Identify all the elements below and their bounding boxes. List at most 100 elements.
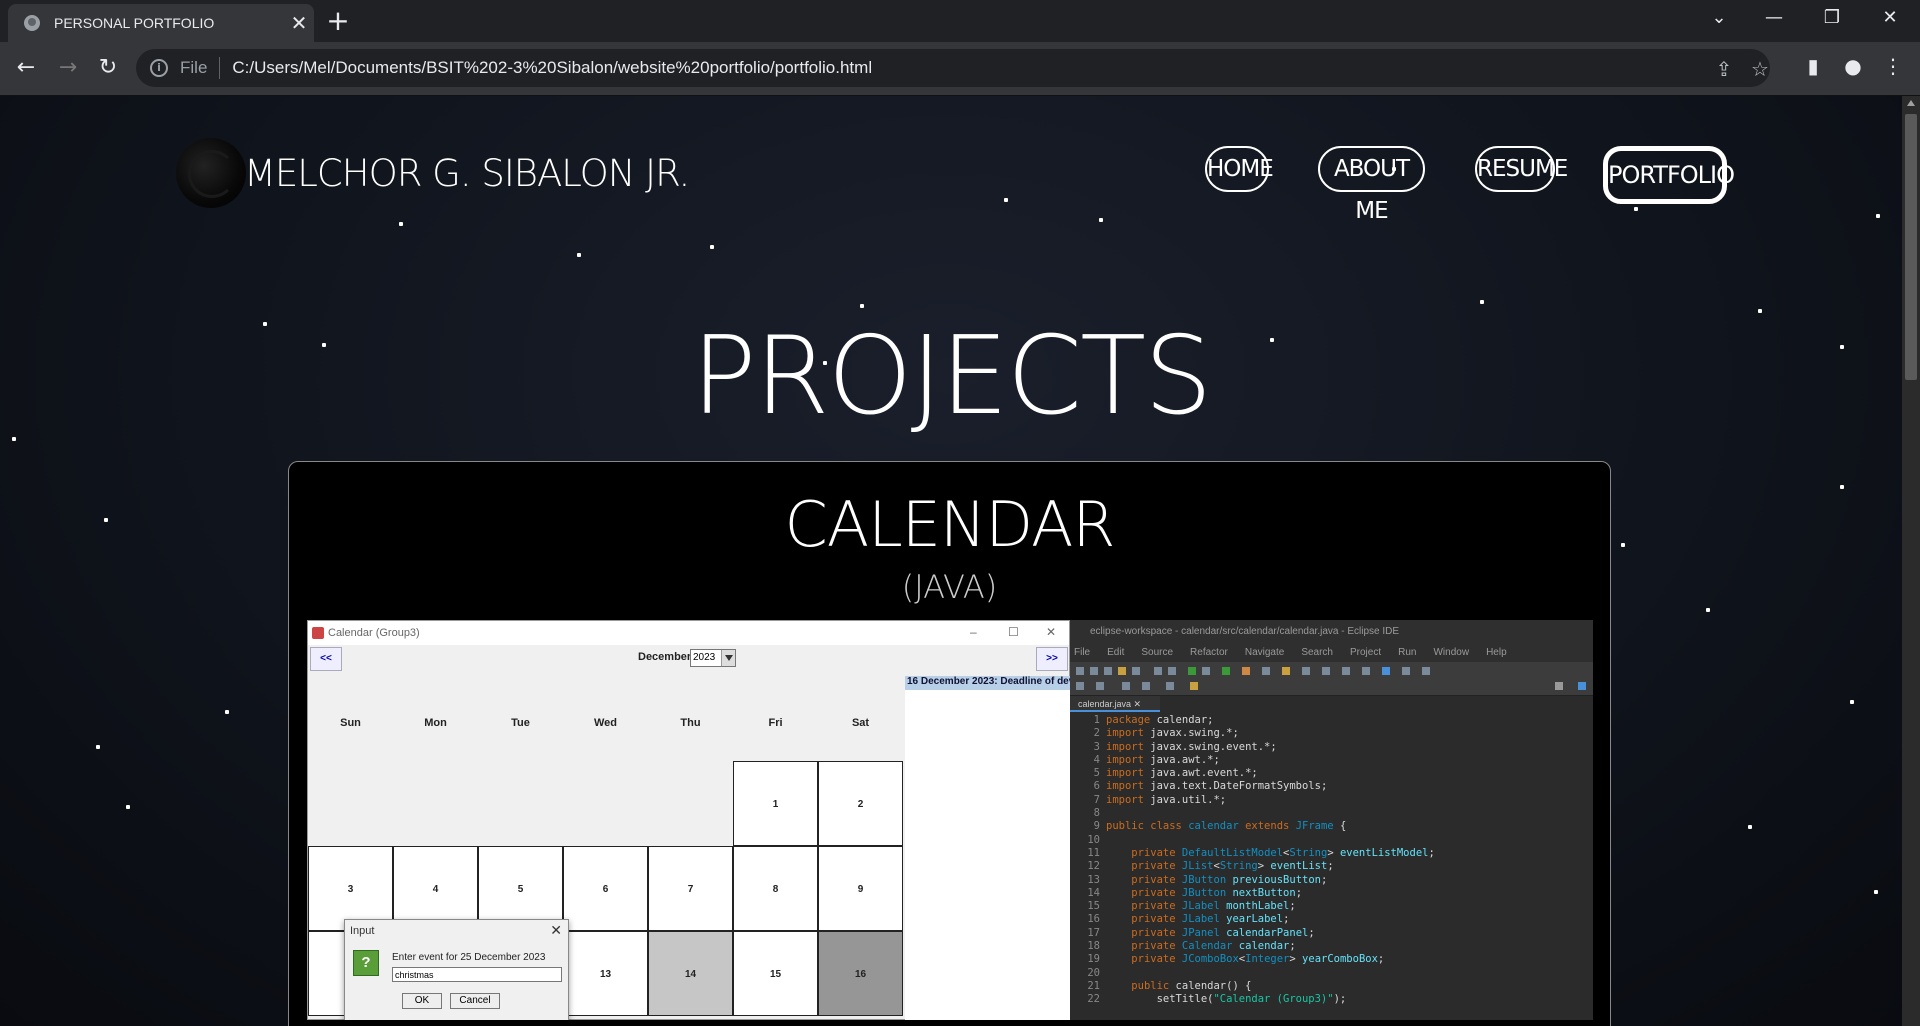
new-tab-button[interactable]: +: [322, 6, 354, 38]
scroll-up-icon[interactable]: [1907, 100, 1915, 106]
nav-home[interactable]: HOME: [1205, 146, 1274, 192]
calendar-window: Calendar (Group3) – ☐ ✕ << >> December 2…: [307, 620, 1075, 1020]
star: [860, 304, 864, 308]
menu-item: Source: [1141, 647, 1174, 658]
nav-about-me[interactable]: ABOUT ME: [1318, 146, 1425, 224]
weekday-label: Tue: [511, 717, 530, 729]
close-icon: ✕: [550, 922, 562, 938]
address-bar[interactable]: i File C:/Users/Mel/Documents/BSIT%202-3…: [136, 49, 1770, 87]
project-subtitle: (JAVA): [901, 568, 998, 606]
star: [126, 805, 130, 809]
star: [96, 745, 100, 749]
scrollbar[interactable]: [1902, 96, 1920, 1026]
menu-icon[interactable]: ⋮: [1880, 54, 1906, 78]
java-icon: [312, 627, 324, 639]
star: [577, 253, 581, 257]
back-icon[interactable]: ←: [10, 52, 42, 84]
tab-strip: PERSONAL PORTFOLIO ✕ + ⌄ — ❐ ✕: [0, 0, 1920, 42]
url-text[interactable]: C:/Users/Mel/Documents/BSIT%202-3%20Siba…: [232, 58, 872, 78]
weekday-label: Sat: [851, 717, 870, 729]
menu-item: Search: [1301, 647, 1333, 658]
day-cell: 15: [733, 931, 818, 1016]
code-editor: 1 package calendar; 2 import javax.swing.*…: [1087, 714, 1435, 1006]
year-value: 2023: [693, 652, 716, 663]
star: [1850, 700, 1854, 704]
menu-item: Edit: [1107, 647, 1125, 658]
day-cell: 7: [648, 846, 733, 931]
star: [225, 710, 229, 714]
star: [1004, 198, 1008, 202]
project-title: CALENDAR: [784, 488, 1116, 561]
divider: [219, 57, 221, 79]
weekday-label: Thu: [680, 717, 701, 729]
star: [1840, 485, 1844, 489]
eclipse-title: eclipse-workspace - calendar/src/calenda…: [1070, 620, 1593, 644]
star: [1621, 543, 1625, 547]
reload-icon[interactable]: ↻: [92, 52, 124, 84]
weekday-label: Wed: [593, 717, 618, 729]
browser-chrome: PERSONAL PORTFOLIO ✕ + ⌄ — ❐ ✕ ← → ↻ i F…: [0, 0, 1920, 96]
file-label: File: [180, 58, 208, 77]
star: [1099, 218, 1103, 222]
star: [1748, 825, 1752, 829]
scrollbar-thumb[interactable]: [1905, 114, 1917, 380]
star: [1876, 214, 1880, 218]
globe-icon: [24, 15, 40, 31]
browser-toolbar: ← → ↻ i File C:/Users/Mel/Documents/BSIT…: [0, 42, 1920, 96]
year-combobox: 2023: [690, 649, 736, 667]
star: [399, 222, 403, 226]
day-cell: 1: [733, 761, 818, 846]
close-icon[interactable]: ✕: [1861, 0, 1919, 38]
day-cell: 16: [818, 931, 903, 1016]
eclipse-window: eclipse-workspace - calendar/src/calenda…: [1070, 620, 1593, 1020]
weekday-label: Mon: [424, 717, 447, 729]
weekday-label: Fri: [768, 717, 783, 729]
day-cell: 2: [818, 761, 903, 846]
calendar-window-title: Calendar (Group3): [328, 627, 420, 639]
day-cell: 8: [733, 846, 818, 931]
cancel-button: Cancel: [450, 993, 500, 1009]
tab-search-icon[interactable]: ⌄: [1690, 0, 1748, 38]
nav-portfolio[interactable]: PORTFOLIO: [1603, 146, 1735, 204]
tab-title: PERSONAL PORTFOLIO: [54, 15, 215, 31]
brand[interactable]: MELCHOR G. SIBALON JR.: [176, 138, 690, 208]
event-list: [905, 690, 1071, 1020]
brand-name: MELCHOR G. SIBALON JR.: [244, 151, 690, 195]
weekday-label: Sun: [340, 717, 361, 729]
day-cell: 14: [648, 931, 733, 1016]
info-icon[interactable]: i: [150, 59, 168, 77]
star: [1758, 309, 1762, 313]
menu-item: Run: [1398, 647, 1417, 658]
section-title: PROJECTS: [691, 314, 1212, 439]
day-cell: 9: [818, 846, 903, 931]
question-icon: ?: [353, 950, 379, 976]
star: [1706, 608, 1710, 612]
event-list-header: 16 December 2023: Deadline of dev: [905, 676, 1075, 690]
event-input: [392, 967, 562, 982]
nav-resume[interactable]: RESUME: [1475, 146, 1568, 192]
tab-close-icon[interactable]: ✕: [284, 11, 314, 35]
sidebar-icon[interactable]: ▮: [1800, 54, 1826, 78]
dialog-prompt: Enter event for 25 December 2023: [392, 952, 546, 963]
input-dialog: Input ✕ ? Enter event for 25 December 20…: [344, 919, 569, 1020]
menu-item: Navigate: [1244, 647, 1285, 658]
next-month-button: >>: [1036, 647, 1068, 671]
share-icon[interactable]: ⇪: [1712, 57, 1736, 81]
page-viewport: MELCHOR G. SIBALON JR. HOME ABOUT ME RES…: [0, 96, 1902, 1026]
close-icon: ✕: [1046, 625, 1057, 639]
restore-icon[interactable]: ❐: [1803, 0, 1861, 38]
star: [104, 518, 108, 522]
minimize-icon: –: [970, 625, 977, 639]
menu-item: Window: [1433, 647, 1470, 658]
logo: [176, 138, 246, 208]
star-icon[interactable]: ☆: [1748, 57, 1772, 81]
eclipse-menu: File Edit Source Refactor Navigate Search Proj…: [1070, 644, 1593, 662]
maximize-icon: ☐: [1008, 625, 1019, 639]
browser-tab[interactable]: PERSONAL PORTFOLIO ✕: [8, 4, 314, 42]
minimize-icon[interactable]: —: [1745, 0, 1803, 38]
editor-tab: calendar.java ✕: [1070, 696, 1160, 712]
forward-icon[interactable]: →: [52, 52, 84, 84]
profile-icon[interactable]: ●: [1840, 54, 1866, 78]
prev-month-button: <<: [310, 647, 342, 671]
menu-item: Refactor: [1190, 647, 1228, 658]
